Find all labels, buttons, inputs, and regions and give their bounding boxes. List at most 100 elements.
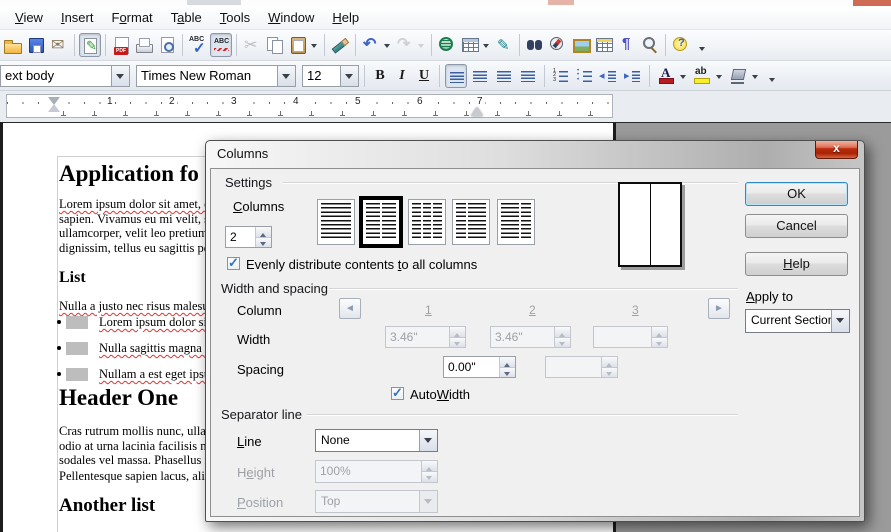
menu-table[interactable]: Table <box>162 7 211 28</box>
draw-functions-icon[interactable] <box>493 33 515 57</box>
font-color-icon[interactable] <box>655 64 677 88</box>
apply-to-label: Apply to <box>746 289 793 304</box>
decrease-indent-icon[interactable] <box>598 64 620 88</box>
align-center-icon[interactable] <box>469 64 491 88</box>
font-name-combo[interactable]: Times New Roman <box>136 65 296 87</box>
paste-dropdown-icon[interactable] <box>310 33 320 57</box>
cancel-button[interactable]: Cancel <box>745 214 848 238</box>
help-icon[interactable] <box>670 33 692 57</box>
menu-tools[interactable]: Tools <box>211 7 259 28</box>
highlighting-dropdown-icon[interactable] <box>715 64 725 88</box>
paste-icon[interactable] <box>287 33 309 57</box>
italic-icon[interactable]: I <box>392 64 412 88</box>
font-size-combo[interactable]: 12 <box>302 65 359 87</box>
indent-marker[interactable] <box>48 97 60 105</box>
navigator-icon[interactable] <box>547 33 569 57</box>
column-prev-arrow-icon[interactable]: ◄ <box>339 298 361 319</box>
edit-file-icon[interactable] <box>79 33 101 57</box>
bullet-icon <box>57 346 61 350</box>
stepper-buttons[interactable] <box>255 227 271 247</box>
right-indent-marker[interactable] <box>471 107 483 116</box>
paragraph-style-combo[interactable]: ext body <box>0 65 130 87</box>
column-next-arrow-icon[interactable]: ► <box>708 298 730 319</box>
numbered-list-icon[interactable] <box>550 64 572 88</box>
copy-icon[interactable] <box>264 33 286 57</box>
preset-left-narrow[interactable] <box>452 199 490 245</box>
position-select: Top <box>315 490 438 513</box>
close-icon[interactable]: x <box>815 141 858 159</box>
toolbar-overflow-icon[interactable] <box>693 33 715 57</box>
page-preview-icon[interactable] <box>156 33 178 57</box>
stepper-up-icon[interactable] <box>500 357 515 367</box>
preset-three-columns[interactable] <box>408 199 446 245</box>
autowidth-checkbox[interactable] <box>391 387 404 400</box>
underline-icon[interactable]: U <box>414 64 434 88</box>
menu-format[interactable]: Format <box>102 7 161 28</box>
doc-line: odio at urna lacinia facilisis n <box>59 439 211 454</box>
align-justify-icon[interactable] <box>517 64 539 88</box>
ok-button[interactable]: OK <box>745 182 848 206</box>
menu-help[interactable]: Help <box>323 7 368 28</box>
doc-list-intro: Nulla a justo nec risus malesu <box>59 299 209 314</box>
highlighting-icon[interactable] <box>691 64 713 88</box>
hyperlink-icon[interactable] <box>436 33 458 57</box>
background-color-dropdown-icon[interactable] <box>751 64 761 88</box>
stepper-down-icon[interactable] <box>256 237 271 248</box>
line-style-select[interactable]: None <box>315 429 438 452</box>
chevron-down-icon[interactable] <box>831 310 849 332</box>
open-icon[interactable] <box>2 33 24 57</box>
field-placeholder[interactable] <box>66 368 88 381</box>
preset-one-column[interactable] <box>317 199 355 245</box>
formatting-marks-icon[interactable] <box>616 33 638 57</box>
increase-indent-icon[interactable] <box>622 64 644 88</box>
format-paintbrush-icon[interactable] <box>329 33 351 57</box>
field-placeholder[interactable] <box>66 316 88 329</box>
spellcheck-icon[interactable] <box>187 33 209 57</box>
toolbar-overflow-icon[interactable] <box>763 64 785 88</box>
email-icon[interactable] <box>48 33 70 57</box>
bold-icon[interactable]: B <box>370 64 390 88</box>
help-button[interactable]: Help <box>745 252 848 276</box>
columns-count-stepper[interactable]: 2 <box>225 226 272 248</box>
doc-heading-2: Header One <box>59 385 178 411</box>
export-pdf-icon[interactable] <box>110 33 132 57</box>
preset-two-columns[interactable] <box>359 196 403 248</box>
toolbar-separator <box>324 34 325 56</box>
zoom-icon[interactable] <box>639 33 661 57</box>
field-placeholder[interactable] <box>66 342 88 355</box>
data-sources-icon[interactable] <box>593 33 615 57</box>
gallery-icon[interactable] <box>570 33 592 57</box>
find-replace-icon[interactable] <box>524 33 546 57</box>
font-color-dropdown-icon[interactable] <box>679 64 689 88</box>
toolbar-separator <box>544 65 545 87</box>
spacing-1-stepper[interactable]: 0.00" <box>443 356 516 378</box>
preset-right-narrow[interactable] <box>497 199 535 245</box>
menu-view[interactable]: View <box>6 7 52 28</box>
apply-to-select[interactable]: Current Section <box>745 309 850 333</box>
chevron-down-icon[interactable] <box>419 430 437 451</box>
stepper-down-icon[interactable] <box>500 367 515 378</box>
evenly-distribute-checkbox[interactable] <box>227 257 240 270</box>
background-color-icon[interactable] <box>727 64 749 88</box>
chevron-down-icon[interactable] <box>340 66 358 86</box>
position-label: Position <box>237 495 283 510</box>
horizontal-ruler[interactable]: 1 2 3 4 5 6 7 <box>6 94 613 118</box>
width-2-stepper: 3.46" <box>490 326 571 348</box>
autospellcheck-icon[interactable] <box>210 33 232 57</box>
menu-insert[interactable]: Insert <box>52 7 103 28</box>
save-icon[interactable] <box>25 33 47 57</box>
bullet-list-icon[interactable] <box>574 64 596 88</box>
chevron-down-icon[interactable] <box>111 66 129 86</box>
insert-table-icon[interactable] <box>459 33 481 57</box>
autowidth-label: AutoWidth <box>410 387 470 402</box>
menu-window[interactable]: Window <box>259 7 323 28</box>
undo-dropdown-icon[interactable] <box>383 33 393 57</box>
print-icon[interactable] <box>133 33 155 57</box>
align-left-icon[interactable] <box>445 64 467 88</box>
stepper-up-icon[interactable] <box>256 227 271 237</box>
undo-icon[interactable] <box>360 33 382 57</box>
group-line <box>307 414 738 416</box>
chevron-down-icon[interactable] <box>277 66 295 86</box>
align-right-icon[interactable] <box>493 64 515 88</box>
table-dropdown-icon[interactable] <box>482 33 492 57</box>
